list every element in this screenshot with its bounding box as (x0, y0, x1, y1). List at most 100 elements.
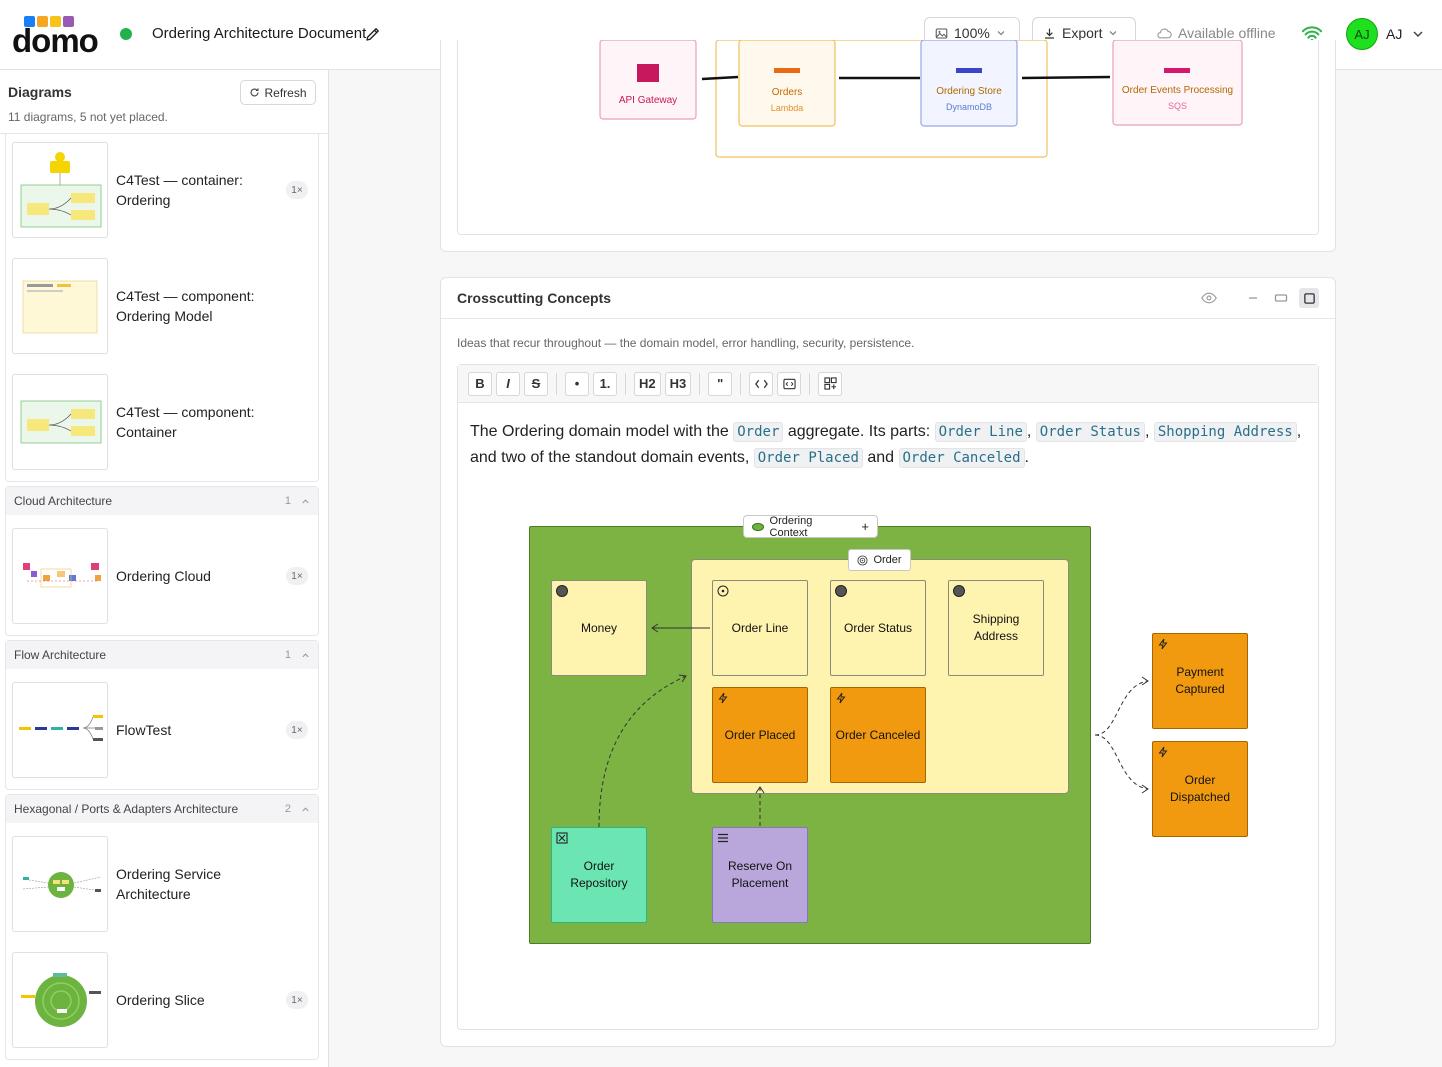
size-large-button[interactable] (1299, 288, 1319, 308)
cloud-diagram-svg (599, 40, 1243, 158)
sidebar-title: Diagrams (8, 84, 72, 100)
refresh-label: Refresh (264, 85, 307, 100)
dynamodb-icon (956, 68, 982, 73)
group-name: Flow Architecture (14, 648, 107, 662)
order-status-value-node[interactable]: Order Status (830, 580, 926, 676)
list-item[interactable]: Ordering Slice 1× (12, 952, 308, 1048)
sidebar-subtitle: 11 diagrams, 5 not yet placed. (8, 110, 168, 124)
cloud-icon (1157, 28, 1172, 39)
chevron-up-icon[interactable] (301, 805, 310, 814)
section-tools (1199, 288, 1319, 308)
image-icon (935, 28, 948, 38)
group-header[interactable]: Flow Architecture 1 (6, 641, 318, 669)
payment-captured-event-node[interactable]: Payment Captured (1152, 633, 1248, 729)
diagram-thumbnail (12, 952, 108, 1048)
section-title: Crosscutting Concepts (457, 290, 612, 306)
diagrams-sidebar: Diagrams Refresh 11 diagrams, 5 not yet … (0, 70, 329, 1067)
document-title[interactable]: Ordering Architecture Document (152, 25, 366, 42)
diagram-thumbnail (12, 528, 108, 624)
api-gateway-label: API Gateway (618, 95, 678, 106)
group-name: Hexagonal / Ports & Adapters Architectur… (14, 802, 239, 816)
diagram-name: Ordering Cloud (116, 568, 211, 584)
offline-label: Available offline (1178, 25, 1276, 41)
crosscutting-card: Crosscutting Concepts Ideas that recur t… (440, 277, 1336, 1047)
lightning-icon (836, 692, 846, 704)
avatar[interactable]: AJ (1346, 18, 1378, 50)
chevron-down-icon[interactable] (1412, 28, 1424, 40)
node-label: Money (580, 620, 618, 635)
group-count: 1 (284, 495, 291, 507)
eye-icon (1201, 292, 1217, 304)
diagram-thumbnail (12, 374, 108, 470)
minus-icon (1249, 297, 1257, 299)
download-icon (1045, 28, 1054, 39)
entity-icon (717, 585, 729, 597)
order-canceled-event-node[interactable]: Order Canceled (830, 687, 926, 783)
refresh-icon (251, 88, 259, 97)
list-item[interactable]: C4Test — component: Container (12, 374, 302, 470)
sqs-icon (1164, 68, 1190, 73)
repository-icon (556, 832, 568, 844)
user-name[interactable]: AJ (1386, 26, 1402, 42)
node-label: Order Line (731, 620, 789, 635)
offline-status: Available offline (1156, 25, 1276, 41)
size-minimize-button[interactable] (1243, 288, 1263, 308)
order-placed-event-node[interactable]: Order Placed (712, 687, 808, 783)
refresh-button[interactable]: Refresh (240, 80, 316, 105)
cloud-diagram-canvas[interactable]: API Gateway Orders Lambda Ordering Store… (457, 40, 1319, 235)
placement-count-badge: 1× (286, 567, 308, 585)
diagram-thumbnail (12, 682, 108, 778)
lightning-icon (1158, 746, 1168, 758)
node-label: Order Canceled (835, 727, 921, 742)
domo-logo[interactable]: domo (12, 16, 99, 59)
value-object-icon (556, 585, 568, 597)
list-item[interactable]: C4Test — container: Ordering 1× (12, 142, 308, 238)
reserve-on-placement-policy-node[interactable]: Reserve On Placement (712, 827, 808, 923)
rich-text-editor[interactable]: B I S • 1. H2 H3 " The Ordering domain m… (457, 364, 1319, 1030)
group-count: 1 (284, 649, 291, 661)
node-label: Order Repository (570, 859, 628, 890)
orders-lambda-node (738, 40, 836, 127)
diagram-name: FlowTest (116, 722, 172, 738)
lightning-icon (1158, 638, 1168, 650)
shipping-address-value-node[interactable]: Shipping Address (948, 580, 1044, 676)
order-dispatched-event-node[interactable]: Order Dispatched (1152, 741, 1248, 837)
placement-count-badge: 1× (286, 721, 308, 739)
chevron-up-icon[interactable] (301, 651, 310, 660)
zoom-value: 100% (954, 25, 990, 41)
order-events-sublabel: SQS (1167, 101, 1187, 111)
node-label: Payment Captured (1175, 665, 1225, 696)
order-line-entity-node[interactable]: Order Line (712, 580, 808, 676)
order-events-node (1112, 40, 1243, 126)
lambda-icon (774, 68, 800, 73)
api-gateway-icon (637, 64, 659, 82)
diagram-name: Ordering Slice (116, 992, 205, 1008)
section-description: Ideas that recur throughout — the domain… (457, 336, 915, 350)
group-header[interactable]: Hexagonal / Ports & Adapters Architectur… (6, 795, 318, 823)
ordering-store-node (920, 40, 1018, 127)
value-object-icon (953, 585, 965, 597)
sync-status-dot (120, 28, 132, 40)
placement-count-badge: 1× (286, 181, 308, 199)
order-repository-node[interactable]: Order Repository (551, 827, 647, 923)
chevron-down-icon (1110, 31, 1117, 36)
cloud-diagram-card: API Gateway Orders Lambda Ordering Store… (440, 40, 1336, 252)
list-item[interactable]: Ordering Cloud 1× (12, 528, 308, 624)
ordering-store-label: Ordering Store (936, 86, 1002, 97)
rectangle-icon (1274, 294, 1288, 302)
diagram-name: C4Test — component: Ordering Model (116, 288, 255, 324)
pencil-icon[interactable] (364, 25, 382, 43)
list-item[interactable]: C4Test — component: Ordering Model (12, 258, 302, 354)
diagram-thumbnail (12, 836, 108, 932)
chevron-up-icon[interactable] (301, 497, 310, 506)
diagram-thumbnail (12, 258, 108, 354)
placement-count-badge: 1× (286, 991, 308, 1009)
section-divider (441, 318, 1335, 319)
money-value-node[interactable]: Money (551, 580, 647, 676)
group-header[interactable]: Cloud Architecture 1 (6, 487, 318, 515)
list-item[interactable]: Ordering Service Architecture (12, 836, 302, 932)
list-item[interactable]: FlowTest 1× (12, 682, 308, 778)
preview-toggle[interactable] (1199, 288, 1219, 308)
size-medium-button[interactable] (1271, 288, 1291, 308)
diagram-thumbnail (12, 142, 108, 238)
